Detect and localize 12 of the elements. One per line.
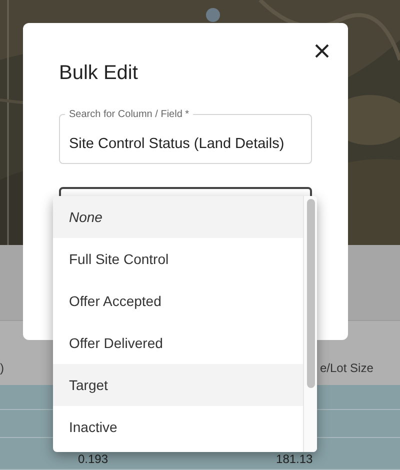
table-cell-text: 0.193 <box>78 451 108 468</box>
dialog-title: Bulk Edit <box>59 61 138 85</box>
dropdown-option[interactable]: Offer Accepted <box>53 280 303 322</box>
scrollbar[interactable] <box>303 196 317 452</box>
column-header: ) <box>0 360 4 377</box>
dropdown-option[interactable]: Offer Delivered <box>53 322 303 364</box>
dropdown-option[interactable]: None <box>53 196 303 238</box>
dropdown-option[interactable]: Target <box>53 364 303 406</box>
dropdown-option[interactable]: Full Site Control <box>53 238 303 280</box>
dropdown-option[interactable]: Inactive <box>53 406 303 448</box>
column-header: e/Lot Size <box>320 360 374 377</box>
table-cell-text: 181.13 <box>276 451 313 468</box>
